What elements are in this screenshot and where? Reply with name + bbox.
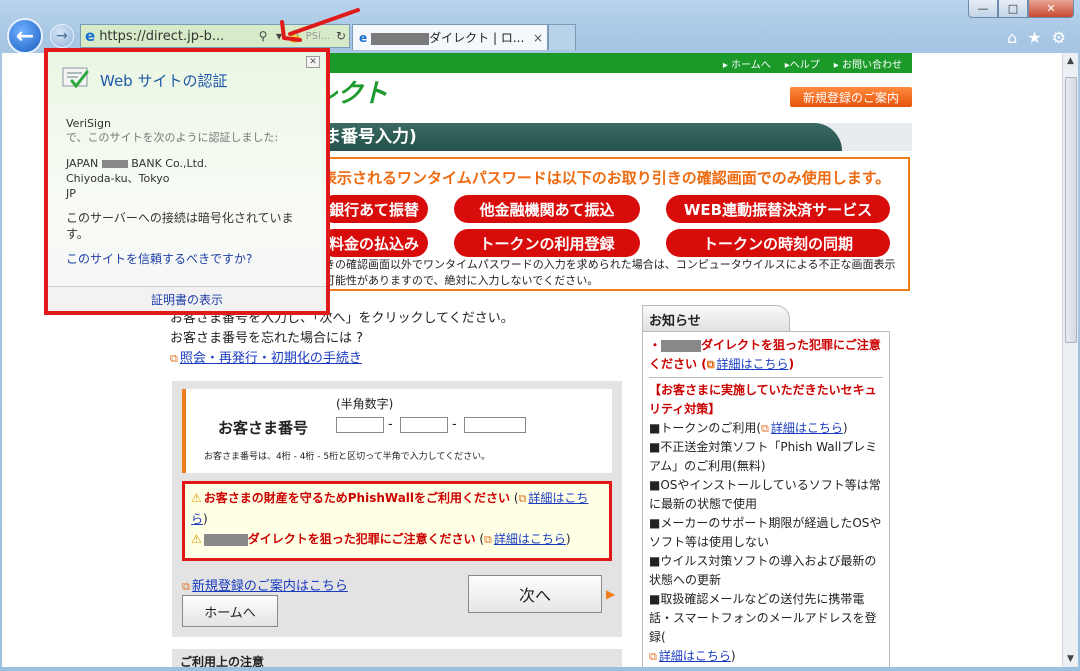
back-button[interactable]: ←	[7, 18, 43, 54]
usage-notice-header: ご利用上の注意	[172, 649, 622, 667]
back-arrow-icon: ←	[15, 23, 35, 49]
top-link-help[interactable]: ▸ヘルプ	[785, 56, 820, 71]
scroll-thumb[interactable]	[1065, 77, 1077, 343]
pill-transfer: 銀行あて振替	[320, 195, 428, 223]
customer-number-box: (半角数字) お客さま番号 - - お客さま番号は、4桁 - 4桁 - 5桁と区…	[182, 389, 612, 473]
cert-issuer: VeriSign	[66, 117, 112, 130]
popup-title: Web サイトの認証	[100, 72, 228, 90]
scroll-down-icon[interactable]: ▼	[1063, 651, 1078, 667]
cert-org-line1: JAPAN BANK Co.,Ltd.	[66, 157, 208, 170]
news-body: ・ダイレクトを狙った犯罪にご注意ください (⧉ 詳細はこちら) 【お客さまに実施し…	[642, 331, 890, 667]
scroll-up-icon[interactable]: ▲	[1063, 53, 1078, 69]
dash: -	[388, 417, 393, 432]
forgot-line: お客さま番号を忘れた場合には ?	[170, 331, 364, 346]
redaction	[101, 160, 128, 168]
crime-detail-link[interactable]: 詳細はこちら	[494, 532, 566, 546]
instructions: お客さま番号を入力し、「次へ」をクリックしてください。 お客さま番号を忘れた場合…	[170, 309, 514, 369]
pill-payment: 料金の払込み	[320, 229, 428, 257]
login-form-area: (半角数字) お客さま番号 - - お客さま番号は、4桁 - 4桁 - 5桁と区…	[172, 381, 622, 637]
phishwall-warning: お客さまの財産を守るためPhishWallをご利用ください	[203, 491, 511, 505]
pill-token-sync: トークンの時刻の同期	[666, 229, 890, 257]
maximize-button[interactable]: □	[998, 0, 1028, 18]
encryption-note: このサーバーへの接続は暗号化されています。	[66, 211, 294, 241]
forward-button[interactable]: →	[50, 24, 74, 48]
news-detail-link[interactable]: 詳細はこちら	[717, 357, 789, 371]
news-tab: お知らせ	[642, 305, 790, 331]
new-registration-link-row: ⧉ 新規登録のご案内はこちら	[182, 575, 348, 594]
next-button[interactable]: 次へ	[468, 575, 602, 613]
pill-token-register: トークンの利用登録	[454, 229, 640, 257]
top-link-contact[interactable]: ▸ お問い合わせ	[834, 56, 902, 71]
register-guide-button[interactable]: 新規登録のご案内	[790, 87, 912, 107]
pill-other-bank: 他金融機関あて振込	[454, 195, 640, 223]
next-arrow-icon: ▶	[606, 587, 616, 601]
certificate-icon	[62, 67, 89, 89]
otp-warning-note: きの確認画面以外でワンタイムパスワードの入力を求められた場合は、コンピュータウイ…	[324, 258, 896, 287]
cert-issuer-desc: で、このサイトを次のように認証しました:	[66, 131, 279, 144]
external-link-icon: ⧉	[761, 422, 769, 435]
minimize-button[interactable]: —	[968, 0, 998, 18]
external-link-icon: ⧉	[170, 352, 178, 365]
forward-arrow-icon: →	[56, 28, 68, 44]
view-certificate-link[interactable]: 証明書の表示	[48, 286, 326, 311]
toolbar-icons: ⌂ ★ ⚙	[1007, 28, 1066, 47]
mail-detail-link[interactable]: 詳細はこちら	[659, 649, 731, 663]
home-icon[interactable]: ⌂	[1007, 28, 1017, 47]
security-section-title: 【お客さまに実施していただきたいセキュリティ対策】	[649, 383, 877, 416]
favorites-star-icon[interactable]: ★	[1027, 28, 1041, 47]
customer-number-part2[interactable]	[400, 417, 448, 433]
tab-title: ダイレクト | ロ...	[371, 29, 529, 46]
cert-org-line3: JP	[66, 187, 76, 200]
usage-notice-title: ご利用上の注意	[180, 655, 265, 667]
inquiry-link[interactable]: 照会・再発行・初期化の手続き	[180, 351, 362, 366]
crime-warning: ダイレクトを狙った犯罪にご注意ください	[247, 532, 476, 546]
tab-active[interactable]: e ダイレクト | ロ... ×	[352, 24, 548, 50]
news-list-item: ■取扱確認メールなどの送付先に携帯電話・スマートフォンのメールアドレスを登録(	[649, 592, 877, 644]
home-button[interactable]: ホームへ	[182, 595, 278, 627]
warning-icon: ⚠	[191, 532, 202, 546]
input-hint: (半角数字)	[336, 397, 394, 411]
website-identification-popup: ✕ Web サイトの認証 VeriSign で、このサイトを次のように認証しまし…	[44, 48, 330, 315]
redaction	[661, 339, 702, 352]
annotation-red-arrow	[280, 8, 360, 42]
tab-close-icon[interactable]: ×	[529, 31, 547, 45]
new-registration-link[interactable]: 新規登録のご案内はこちら	[192, 579, 348, 594]
ie-logo-icon: e	[85, 27, 96, 45]
news-list-item: ■不正送金対策ソフト「Phish Wallプレミアム」のご利用(無料)	[649, 440, 878, 473]
redaction	[371, 32, 430, 45]
external-link-icon: ⧉	[649, 650, 657, 663]
external-link-icon: ⧉	[518, 492, 527, 505]
popup-close-button[interactable]: ✕	[306, 56, 320, 68]
external-link-icon: ⧉	[182, 580, 190, 593]
news-panel: お知らせ ・ダイレクトを狙った犯罪にご注意ください (⧉ 詳細はこちら) 【お客さ…	[642, 305, 912, 667]
new-tab-button[interactable]	[548, 24, 576, 50]
otp-title: 表示されるワンタイムパスワードは以下のお取り引きの確認画面でのみ使用します。	[322, 169, 891, 187]
gear-icon[interactable]: ⚙	[1052, 28, 1066, 47]
customer-number-part3[interactable]	[464, 417, 526, 433]
format-note: お客さま番号は、4桁 - 4桁 - 5桁と区切って半角で入力してください。	[204, 452, 491, 462]
trust-site-link[interactable]: このサイトを信頼するべきですか?	[66, 250, 252, 267]
security-warning-box: ⚠ お客さまの財産を守るためPhishWallをご利用ください (⧉ 詳細はこちら)…	[182, 481, 612, 561]
close-window-button[interactable]: ✕	[1028, 0, 1074, 18]
dash: -	[452, 417, 457, 432]
news-list-item: ■トークンのご利用(⧉ 詳細はこちら)	[649, 421, 848, 435]
address-url[interactable]: https://direct.jp-b...	[99, 29, 255, 44]
vertical-scrollbar[interactable]: ▲ ▼	[1062, 53, 1078, 667]
customer-number-part1[interactable]	[336, 417, 384, 433]
cert-org-line2: Chiyoda-ku、Tokyo	[66, 172, 170, 185]
search-icon[interactable]: ⚲	[255, 29, 271, 43]
customer-number-label: お客さま番号	[218, 419, 309, 437]
news-list-item: ■メーカーのサポート期限が経過したOSやソフト等は使用しない	[649, 516, 882, 549]
window-controls: — □ ✕	[968, 0, 1074, 18]
pill-web-settlement: WEB連動振替決済サービス	[666, 195, 890, 223]
news-item: ・ダイレクトを狙った犯罪にご注意ください (⧉ 詳細はこちら)	[649, 338, 881, 371]
redaction	[203, 533, 248, 546]
news-list-item: ■ウイルス対策ソフトの導入および最新の状態への更新	[649, 554, 877, 587]
warning-icon: ⚠	[191, 491, 202, 505]
token-detail-link[interactable]: 詳細はこちら	[771, 421, 843, 435]
news-list-item: ■OSやインストールしているソフト等は常に最新の状態で使用	[649, 478, 881, 511]
top-link-home[interactable]: ▸ ホームへ	[723, 56, 771, 71]
external-link-icon: ⧉	[484, 533, 492, 546]
external-link-icon: ⧉	[706, 358, 715, 371]
